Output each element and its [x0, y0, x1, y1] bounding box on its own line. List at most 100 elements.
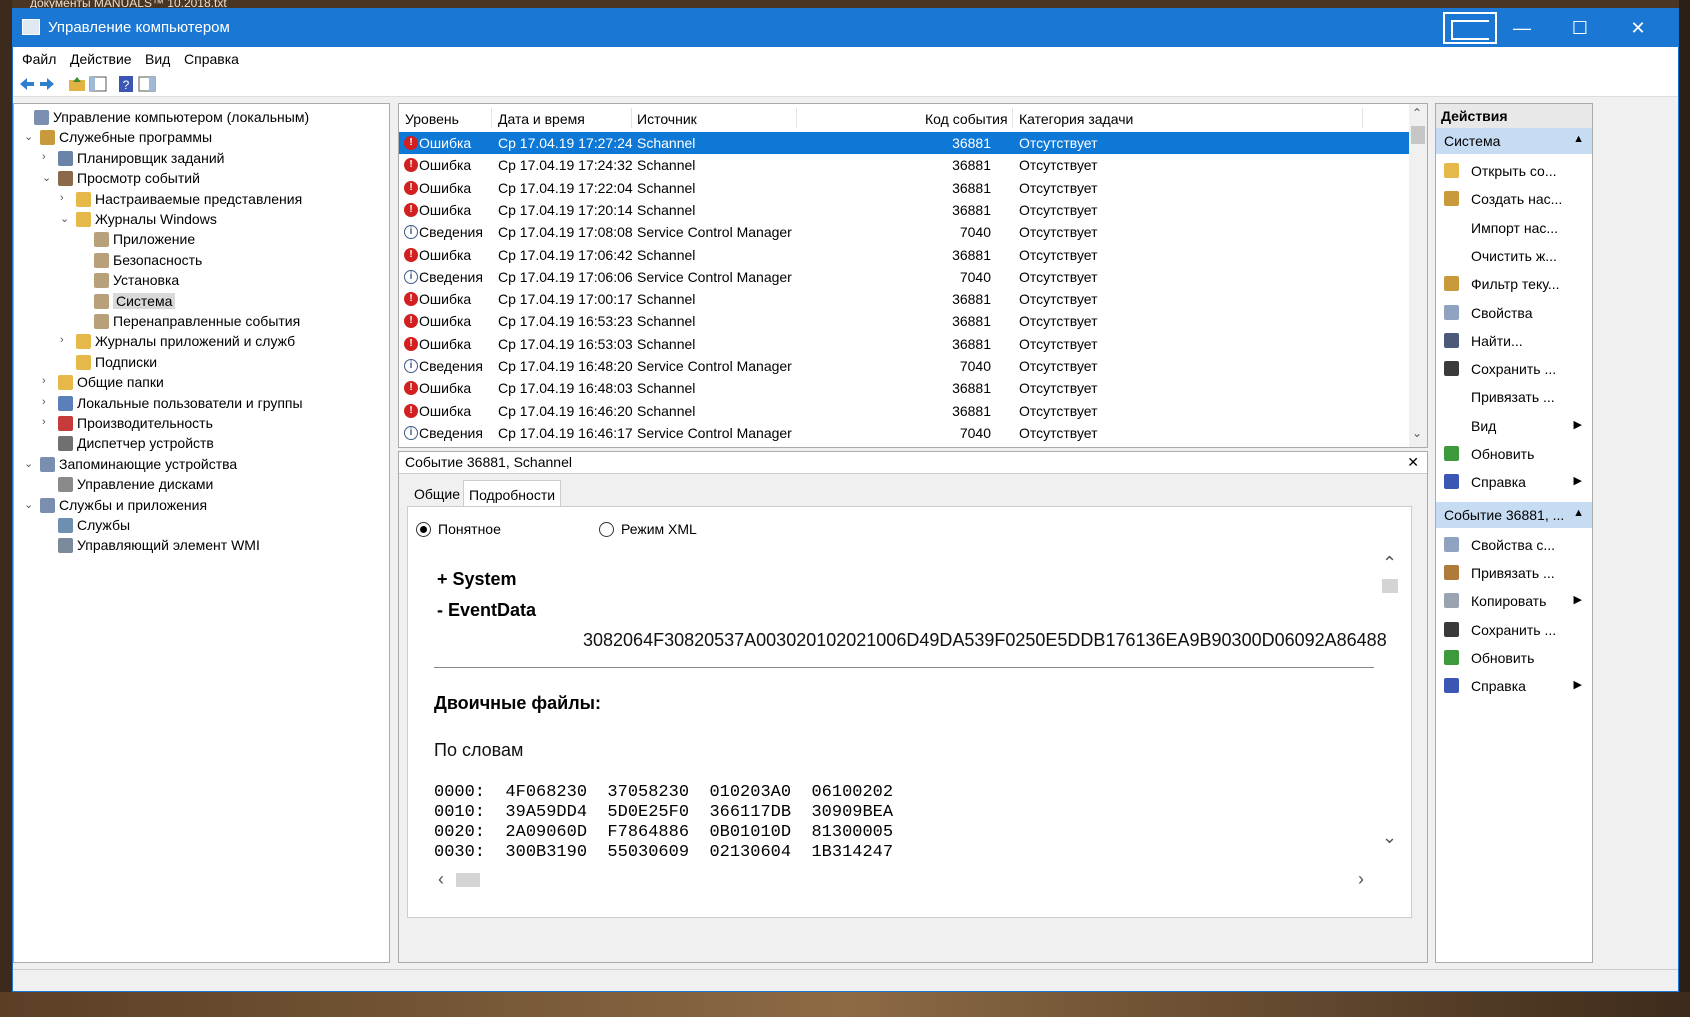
expand-arrow-icon[interactable]: ›: [42, 375, 54, 387]
event-row[interactable]: ! Ошибка Ср 17.04.19 17:06:42 Schannel 36881…: [399, 244, 1409, 266]
action-item[interactable]: Фильтр теку...: [1436, 271, 1592, 297]
scroll-down-icon[interactable]: ⌄: [1382, 827, 1397, 848]
system-node[interactable]: + System: [437, 569, 517, 590]
action-item[interactable]: Найти...: [1436, 328, 1592, 354]
tree-node[interactable]: Подписки: [14, 353, 384, 373]
title-bar[interactable]: Управление компьютером — ☐ ✕: [13, 9, 1678, 47]
actions-section-event[interactable]: Событие 36881, ... ▲: [1436, 501, 1592, 528]
tree-node[interactable]: Безопасность: [14, 251, 384, 271]
scroll-right-icon[interactable]: ›: [1358, 869, 1364, 890]
scroll-up-icon[interactable]: ⌃: [1412, 106, 1422, 120]
action-item[interactable]: Справка ▶: [1436, 673, 1592, 699]
event-row[interactable]: i Сведения Ср 17.04.19 16:48:20 Service Con…: [399, 355, 1409, 377]
column-level[interactable]: Уровень: [405, 111, 459, 133]
collapse-arrow-icon[interactable]: ⌄: [42, 171, 54, 184]
tree-node[interactable]: › Планировщик заданий: [14, 149, 384, 169]
tree-node[interactable]: › Производительность: [14, 414, 384, 434]
tab-general[interactable]: Общие: [409, 480, 465, 506]
column-datetime[interactable]: Дата и время: [498, 111, 585, 133]
scroll-down-icon[interactable]: ⌄: [1412, 426, 1422, 440]
tree-node[interactable]: › Локальные пользователи и группы: [14, 394, 384, 414]
event-row[interactable]: ! Ошибка Ср 17.04.19 17:27:24 Schannel 36881…: [399, 132, 1409, 155]
xml-vertical-scrollbar[interactable]: ⌃ ⌄: [1378, 547, 1406, 867]
action-item[interactable]: Привязать ...: [1436, 560, 1592, 586]
scroll-thumb[interactable]: [456, 873, 480, 887]
scroll-up-icon[interactable]: ⌃: [1382, 553, 1397, 574]
tree-node[interactable]: Перенаправленные события: [14, 312, 384, 332]
event-row[interactable]: ! Ошибка Ср 17.04.19 16:53:23 Schannel 36881…: [399, 310, 1409, 332]
back-arrow-icon[interactable]: [18, 75, 36, 93]
collapse-arrow-icon[interactable]: ⌄: [60, 212, 72, 225]
expand-arrow-icon[interactable]: ›: [42, 151, 54, 163]
action-item[interactable]: Сохранить ...: [1436, 617, 1592, 643]
action-item[interactable]: Свойства: [1436, 300, 1592, 326]
menu-view[interactable]: Вид: [145, 51, 170, 67]
snap-layout-icon[interactable]: [1443, 12, 1497, 44]
help-icon[interactable]: ?: [117, 75, 135, 93]
event-row[interactable]: ! Ошибка Ср 17.04.19 17:00:17 Schannel 36881…: [399, 288, 1409, 310]
event-row[interactable]: ! Ошибка Ср 17.04.19 17:24:32 Schannel 36881…: [399, 154, 1409, 176]
action-item[interactable]: Копировать ▶: [1436, 588, 1592, 614]
tree-node[interactable]: › Общие папки: [14, 373, 384, 393]
column-task-category[interactable]: Категория задачи: [1019, 111, 1133, 133]
action-item[interactable]: Обновить: [1436, 441, 1592, 467]
action-item[interactable]: Создать нас...: [1436, 186, 1592, 212]
column-source[interactable]: Источник: [637, 111, 697, 133]
expand-arrow-icon[interactable]: ›: [42, 396, 54, 408]
collapse-section-icon[interactable]: ▲: [1573, 507, 1584, 519]
scroll-left-icon[interactable]: ‹: [438, 869, 444, 890]
show-hide-tree-icon[interactable]: [89, 75, 107, 93]
menu-action[interactable]: Действие: [70, 51, 132, 67]
actions-section-system[interactable]: Система ▲: [1436, 128, 1592, 154]
action-item[interactable]: Импорт нас...: [1436, 215, 1592, 241]
close-detail-icon[interactable]: ✕: [1407, 454, 1419, 471]
tree-node[interactable]: Диспетчер устройств: [14, 434, 384, 454]
tree-node[interactable]: ⌄ Запоминающие устройства: [14, 455, 384, 475]
menu-help[interactable]: Справка: [184, 51, 239, 67]
scroll-thumb[interactable]: [1411, 126, 1425, 144]
expand-arrow-icon[interactable]: ›: [60, 192, 72, 204]
up-folder-icon[interactable]: [68, 75, 86, 93]
action-item[interactable]: Открыть со...: [1436, 158, 1592, 184]
tree-node[interactable]: Приложение: [14, 230, 384, 250]
collapse-arrow-icon[interactable]: ⌄: [24, 498, 36, 511]
event-row[interactable]: ! Ошибка Ср 17.04.19 17:22:04 Schannel 36881…: [399, 177, 1409, 199]
action-item[interactable]: Очистить ж...: [1436, 243, 1592, 269]
tree-node[interactable]: › Настраиваемые представления: [14, 190, 384, 210]
tree-node[interactable]: Система: [14, 292, 384, 312]
tree-node[interactable]: › Журналы приложений и служб: [14, 332, 384, 352]
collapse-arrow-icon[interactable]: ⌄: [24, 457, 36, 470]
radio-unchecked-icon[interactable]: [599, 522, 614, 537]
tree-node[interactable]: ⌄ Просмотр событий: [14, 169, 384, 189]
event-row[interactable]: ! Ошибка Ср 17.04.19 16:46:20 Schannel 36881…: [399, 400, 1409, 422]
tree-node[interactable]: Установка: [14, 271, 384, 291]
event-row[interactable]: ! Ошибка Ср 17.04.19 17:20:14 Schannel 36881…: [399, 199, 1409, 221]
action-item[interactable]: Сохранить ...: [1436, 356, 1592, 382]
event-row[interactable]: ! Ошибка Ср 17.04.19 16:48:03 Schannel 36881…: [399, 377, 1409, 399]
action-item[interactable]: Обновить: [1436, 645, 1592, 671]
tree-node[interactable]: Управление компьютером (локальным): [14, 108, 384, 128]
event-list-scrollbar[interactable]: ⌃ ⌄: [1409, 104, 1427, 447]
minimize-button[interactable]: —: [1493, 9, 1551, 47]
tree-node[interactable]: ⌄ Службы и приложения: [14, 496, 384, 516]
expand-arrow-icon[interactable]: ›: [60, 334, 72, 346]
action-item[interactable]: Привязать ...: [1436, 384, 1592, 410]
event-row[interactable]: i Сведения Ср 17.04.19 17:06:06 Service Con…: [399, 266, 1409, 288]
radio-checked-icon[interactable]: [416, 522, 431, 537]
tree-node[interactable]: ⌄ Журналы Windows: [14, 210, 384, 230]
tree-node[interactable]: Управляющий элемент WMI: [14, 536, 384, 556]
tab-details[interactable]: Подробности: [463, 480, 562, 506]
collapse-arrow-icon[interactable]: ⌄: [24, 130, 36, 143]
maximize-button[interactable]: ☐: [1551, 9, 1609, 47]
menu-file[interactable]: Файл: [22, 51, 56, 67]
tree-node[interactable]: Управление дисками: [14, 475, 384, 495]
tree-node[interactable]: Службы: [14, 516, 384, 536]
expand-arrow-icon[interactable]: ›: [42, 416, 54, 428]
scroll-thumb[interactable]: [1382, 579, 1398, 593]
xml-horizontal-scrollbar[interactable]: ‹ ›: [424, 869, 1384, 891]
tree-node[interactable]: ⌄ Служебные программы: [14, 128, 384, 148]
column-event-code[interactable]: Код события: [925, 111, 1008, 133]
eventdata-node[interactable]: - EventData: [437, 600, 536, 621]
show-action-pane-icon[interactable]: [138, 75, 156, 93]
event-row[interactable]: i Сведения Ср 17.04.19 16:46:17 Service Con…: [399, 422, 1409, 444]
